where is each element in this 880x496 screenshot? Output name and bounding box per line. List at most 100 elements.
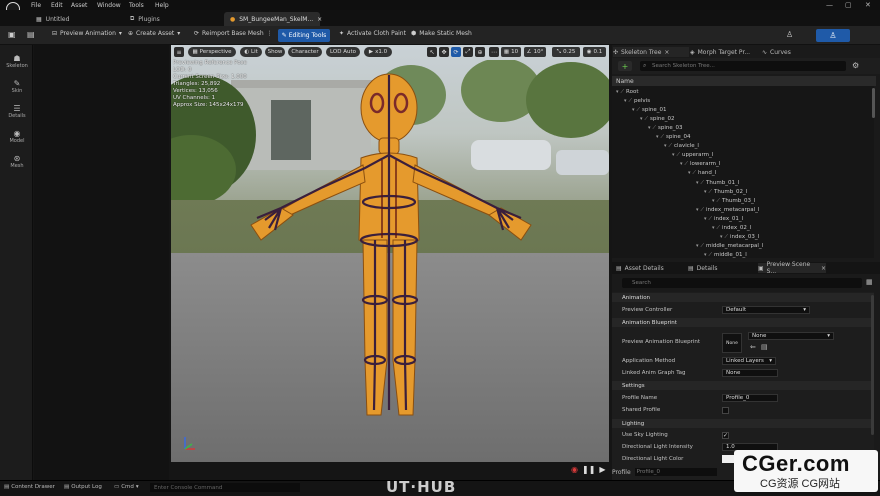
skeleton-tree-row[interactable]: ▾ ⟋ Root [616,87,639,96]
minimize-icon[interactable]: — [826,1,833,9]
editing-tools-button[interactable]: ✎ Editing Tools [278,29,330,42]
preview-animation-button[interactable]: ⊟ Preview Animation ▾ [52,30,122,37]
grid-snap-button[interactable]: ▦ 10 [501,47,521,57]
blueprint-thumbnail[interactable]: None [722,333,742,353]
tab-morph-target[interactable]: ◈ Morph Target Pr... [690,47,750,57]
menu-edit[interactable]: Edit [51,2,63,9]
expand-arrow-icon[interactable]: ▾ [680,161,683,167]
expand-arrow-icon[interactable]: ▾ [704,189,707,195]
tab-close-icon[interactable]: × [821,265,826,272]
expand-arrow-icon[interactable]: ▾ [656,134,659,140]
tab-details[interactable]: ▤ Details [688,263,717,273]
skeleton-tree-row[interactable]: ▾ ⟋ hand_l [688,169,716,178]
expand-arrow-icon[interactable]: ▾ [704,252,707,258]
tab-close-icon[interactable]: × [317,16,322,23]
skeleton-tree-row[interactable]: ▾ ⟋ spine_01 [632,105,667,114]
lod-button[interactable]: LOD Auto [326,47,360,57]
mesh-mode-button[interactable]: ♙ [816,29,850,42]
tab-curves[interactable]: ∿ Curves [762,47,791,57]
select-icon[interactable]: ↖ [427,47,437,57]
translate-icon[interactable]: ✥ [439,47,449,57]
linked-tag-input[interactable]: None [722,369,778,377]
skeleton-scrollbar[interactable] [872,88,875,118]
tab-plugins[interactable]: ⧉ Plugins [124,12,166,26]
close-icon[interactable]: ✕ [865,1,871,9]
expand-arrow-icon[interactable]: ▾ [696,243,699,249]
skeleton-mode-icon[interactable]: ♙ [786,30,793,39]
skeleton-tree-row[interactable]: ▾ ⟋ spine_03 [648,123,683,132]
skeleton-tree-row[interactable]: ▾ ⟋ upperarm_l [672,151,713,160]
skeleton-tree-row[interactable]: ▾ ⟋ Thumb_02_l [704,187,747,196]
sky-lighting-checkbox[interactable]: ✓ [722,432,729,439]
mode-details[interactable]: ☰ Details [2,104,32,119]
skeleton-tree-row[interactable]: ▾ ⟋ lowerarm_l [680,160,720,169]
content-drawer-button[interactable]: ▤ Content Drawer [4,484,55,490]
maximize-icon[interactable]: ▢ [845,1,852,9]
tab-skeleton-tree[interactable]: ✣ Skeleton Tree × [613,47,689,57]
section-lighting[interactable]: Lighting [612,419,874,428]
reimport-button[interactable]: ⟳ Reimport Base Mesh ⋮ [194,30,273,37]
mode-skin[interactable]: ✎ Skin [2,79,32,94]
create-asset-button[interactable]: ⊕ Create Asset ▾ [128,30,180,37]
browse-icon[interactable]: ▤ [27,30,35,39]
skeleton-tree-row[interactable]: ▾ ⟋ middle_01_l [704,251,747,258]
expand-arrow-icon[interactable]: ▾ [624,98,627,104]
settings-gear-icon[interactable]: ⚙ [852,61,859,70]
skeleton-tree-row[interactable]: ▾ ⟋ middle_metacarpal_l [696,242,763,251]
scale-snap-button[interactable]: ⤡ 0.25 [552,47,580,57]
save-icon[interactable]: ▣ [8,30,16,39]
details-scrollbar[interactable] [871,295,874,435]
playback-speed-button[interactable]: ▶ x1.0 [364,47,392,57]
preview-bp-dropdown[interactable]: None ▾ [748,332,834,340]
tab-untitled[interactable]: ▦ Untitled [30,12,75,26]
console-input[interactable]: Enter Console Command [150,483,300,492]
preview-controller-dropdown[interactable]: Default ▾ [722,306,810,314]
grid-view-icon[interactable]: ▦ [866,278,873,286]
expand-arrow-icon[interactable]: ▾ [696,207,699,213]
expand-arrow-icon[interactable]: ▾ [632,107,635,113]
profile-name-input[interactable]: Profile_0 [722,394,778,402]
make-static-mesh-button[interactable]: ⬢ Make Static Mesh [411,30,472,37]
coordinate-space-icon[interactable]: ⊕ [475,47,485,57]
rotation-snap-button[interactable]: ∠ 10° [524,47,546,57]
mode-mesh[interactable]: ⊛ Mesh [2,154,32,169]
expand-arrow-icon[interactable]: ▾ [672,152,675,158]
play-icon[interactable]: ▶ [599,465,605,474]
pause-icon[interactable]: ❚❚ [582,465,595,474]
skeleton-search-input[interactable]: Search Skeleton Tree... [640,61,846,71]
lit-button[interactable]: ◐ Lit [240,47,262,57]
tab-preview-scene[interactable]: ▣ Preview Scene S... × [758,261,826,275]
expand-arrow-icon[interactable]: ▾ [688,170,691,176]
section-settings[interactable]: Settings [612,381,874,390]
expand-arrow-icon[interactable]: ▾ [696,180,699,186]
skeleton-tree-row[interactable]: ▾ ⟋ index_03_l [720,233,759,242]
skeleton-tree-row[interactable]: ▾ ⟋ spine_02 [640,114,675,123]
profile-bar-field[interactable]: Profile_0 [634,468,717,476]
menu-file[interactable]: File [31,2,41,9]
show-button[interactable]: Show [265,47,285,57]
surface-snap-icon[interactable]: ⋯ [489,47,499,57]
character-button[interactable]: Character [288,47,322,57]
skeleton-tree-row[interactable]: ▾ ⟋ clavicle_l [664,142,699,151]
add-bone-button[interactable]: + [618,61,632,71]
cloth-paint-button[interactable]: ✦ Activate Cloth Paint [339,30,406,37]
perspective-button[interactable]: ▦ Perspective [188,47,236,57]
viewport[interactable]: ≡ ▦ Perspective ◐ Lit Show Character LOD A… [171,45,609,462]
viewport-menu-icon[interactable]: ≡ [174,47,184,57]
browse-folder-icon[interactable]: ▤ [761,343,768,351]
section-animation-blueprint[interactable]: Animation Blueprint [612,318,874,327]
expand-arrow-icon[interactable]: ▾ [712,198,715,204]
skeleton-tree-row[interactable]: ▾ ⟋ Thumb_03_l [712,196,755,205]
tab-close-icon[interactable]: × [664,49,669,56]
expand-arrow-icon[interactable]: ▾ [640,116,643,122]
camera-speed-button[interactable]: ◉ 0.1 [583,47,606,57]
expand-arrow-icon[interactable]: ▾ [720,234,723,240]
menu-asset[interactable]: Asset [71,2,87,9]
scale-icon[interactable]: ⤢ [463,47,473,57]
tab-skeletal-mesh[interactable]: ● SM_BungeeMan_SkelM... × [224,12,322,26]
skeleton-tree-row[interactable]: ▾ ⟋ Thumb_01_l [696,178,739,187]
details-search-input[interactable]: Search [622,278,862,288]
mode-skeleton[interactable]: ☗ Skeleton [2,54,32,69]
expand-arrow-icon[interactable]: ▾ [664,143,667,149]
output-log-button[interactable]: ▤ Output Log [64,484,102,490]
